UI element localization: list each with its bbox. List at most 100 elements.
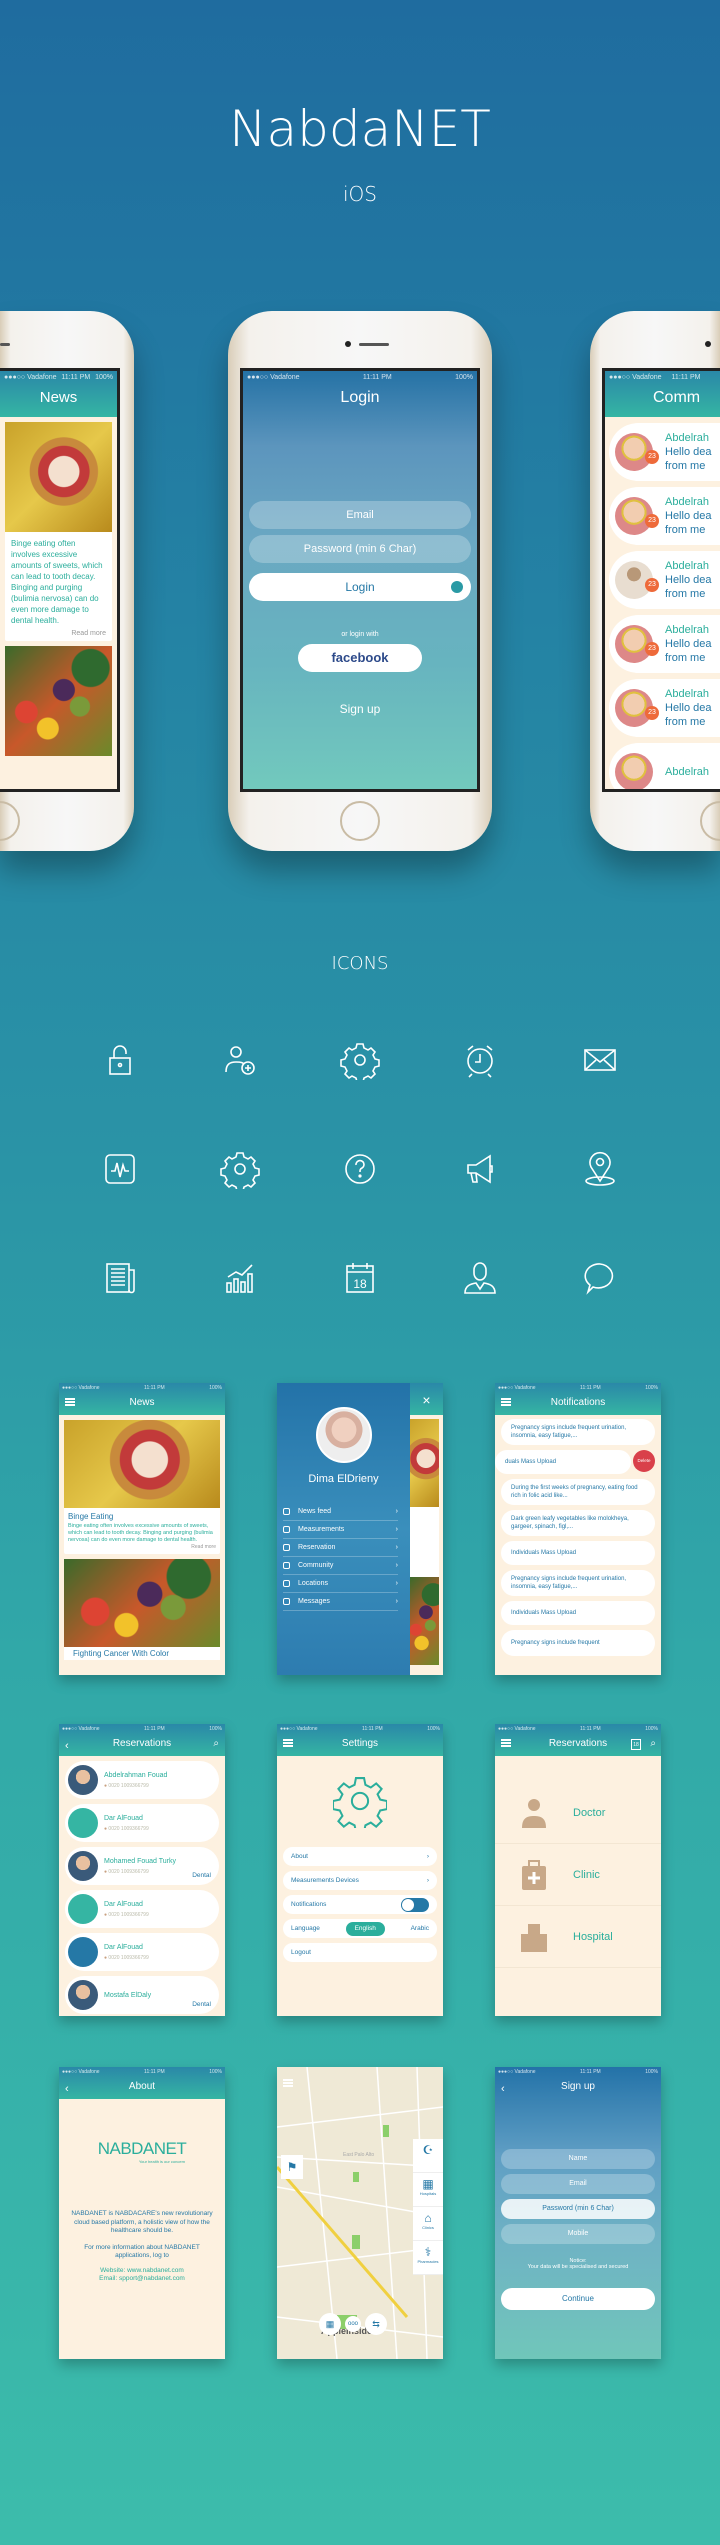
map-area-label: East Palo Alto [343,2152,375,2158]
article-title[interactable]: Fighting Cancer With Color [64,1647,220,1660]
notifications-toggle[interactable] [401,1897,429,1912]
notification-item[interactable]: duals Mass Upload [495,1450,631,1474]
menu-icon[interactable] [283,1739,293,1747]
status-bar-item: ●●●○○ Vadafone [4,374,57,381]
status-bar-item: ●●●○○ Vadafone [247,374,300,381]
avatar [68,1765,98,1795]
notification-item[interactable]: Individuals Mass Upload [501,1601,655,1625]
calendar-icon: 18 [340,1258,380,1303]
map-filter-pharmacy-crescent[interactable]: ☪ [413,2139,443,2173]
menu-item-locations[interactable]: Locations › [283,1575,398,1593]
measurement-devices-row[interactable]: Measurements Devices › [283,1871,437,1890]
clinic-icon: ⌂ [424,2211,432,2225]
website-link[interactable]: Website: www.nabdanet.com [69,2267,215,2276]
notice-text: Your data will be specialised and secure… [527,2264,629,2270]
side-menu-screen: × Dima ElDrieny News feed › Measurements › R… [277,1383,443,1675]
community-item[interactable]: 23 Abdelrah Hello dea from me [609,487,720,545]
category-doctor[interactable]: Doctor [495,1782,661,1844]
reservation-item[interactable]: Dar AlFouad ● 0020 1009366799 [65,1804,219,1842]
search-icon[interactable]: ⌕ [213,1734,219,1754]
status-bar-item: 100% [95,374,113,381]
notification-item[interactable]: Individuals Mass Upload [501,1541,655,1565]
community-item[interactable]: 23 Abdelrah Hello dea from me [609,615,720,673]
reservation-item[interactable]: Abdelrahman Fouad ● 0020 1009366799 [65,1761,219,1799]
article-body: Binge eating often involves excessive am… [68,1523,213,1543]
community-item[interactable]: 23 Abdelrah Hello dea from me [609,423,720,481]
back-icon[interactable]: ‹ [501,2079,505,2099]
notification-item[interactable]: Pregnancy signs include frequent urinati… [501,1419,655,1445]
email-link[interactable]: Email: spport@nabdanet.com [69,2275,215,2284]
menu-icon[interactable] [501,1398,511,1406]
article-title[interactable]: Binge Eating [64,1508,220,1523]
signup-link[interactable]: Sign up [243,702,477,716]
search-icon[interactable]: ⌕ [650,1734,656,1754]
notification-item[interactable]: During the first weeks of pregnancy, eat… [501,1479,655,1505]
reservation-item[interactable]: Mohamed Fouad Turky ● 0020 1009366799 Dent… [65,1847,219,1885]
menu-icon[interactable] [283,2079,293,2087]
about-row[interactable]: About › [283,1847,437,1866]
reservation-item[interactable]: Mostafa ElDaly Dental [65,1976,219,2014]
continue-button[interactable]: Continue [501,2288,655,2310]
map-filter-clinics[interactable]: ⌂ Clinics [413,2207,443,2241]
community-item[interactable]: 23 Abdelrah Hello dea from me [609,679,720,737]
menu-item-community[interactable]: Community › [283,1557,398,1575]
message-preview: Hello dea [665,638,712,650]
login-button[interactable]: Login [249,573,471,601]
close-menu-button[interactable]: × [410,1383,443,1415]
newspaper-icon [100,1258,140,1303]
envelope-icon [580,1040,620,1085]
flag-button[interactable]: ⚑ [281,2155,303,2179]
location-pin-icon [580,1149,620,1194]
grid-button[interactable]: ▦ [319,2313,341,2335]
status-bar-item: 11:11 PM [144,2069,165,2075]
chevron-right-icon: › [395,1580,398,1587]
delete-button[interactable]: Delete [633,1450,655,1472]
notification-item[interactable]: Pregnancy signs include frequent urinati… [501,1570,655,1596]
back-icon[interactable]: ‹ [65,2079,69,2099]
map-filter-pharmacies[interactable]: ⚕ Pharmacies [413,2241,443,2275]
phone-number: 0020 1009366799 [108,1825,149,1832]
signup-mobile-input[interactable]: Mobile [501,2224,655,2244]
read-more-link[interactable]: Read more [5,626,112,641]
directions-button[interactable]: ⇆ [365,2313,387,2335]
community-item[interactable]: Abdelrah [609,743,720,789]
sender-name: Abdelrah [665,624,710,636]
category-clinic[interactable]: Clinic [495,1844,661,1906]
logout-button[interactable]: Logout [283,1943,437,1962]
email-input[interactable]: Email [249,501,471,529]
reservation-item[interactable]: Dar AlFouad ● 0020 1009366799 [65,1890,219,1928]
notification-item[interactable]: Pregnancy signs include frequent [501,1630,655,1656]
back-icon[interactable]: ‹ [65,1736,69,1756]
reservation-item[interactable]: Dar AlFouad ● 0020 1009366799 [65,1933,219,1971]
menu-item-measurements[interactable]: Measurements › [283,1521,398,1539]
user-avatar[interactable] [315,1407,372,1463]
signup-screen: ●●●○○ Vadafone 11:11 PM 100% ‹ Sign up Name… [495,2067,661,2359]
category-hospital[interactable]: Hospital [495,1906,661,1968]
language-english[interactable]: English [345,1921,385,1936]
language-arabic[interactable]: Arabic [411,1919,429,1938]
menu-item-messages[interactable]: Messages › [283,1593,398,1611]
signup-password-input[interactable]: Password (min 6 Char) [501,2199,655,2219]
icons-heading: ICONS [331,953,389,974]
read-more-link[interactable]: Read more [64,1544,220,1550]
more-button[interactable]: ooo [345,2316,361,2332]
menu-item-news-feed[interactable]: News feed › [283,1503,398,1521]
password-input[interactable]: Password (min 6 Char) [249,535,471,563]
reservation-name: Dar AlFouad [104,1814,143,1822]
signup-email-input[interactable]: Email [501,2174,655,2194]
menu-icon[interactable] [501,1739,511,1747]
notification-item[interactable]: Dark green leafy vegetables like molokhe… [501,1510,655,1536]
gear-icon [220,1149,260,1194]
calendar-icon[interactable]: 18 [631,1739,641,1750]
hospital-icon [521,1923,547,1952]
community-item[interactable]: 23 Abdelrah Hello dea from me [609,551,720,609]
hospital-icon [68,1894,98,1924]
map-filter-hospitals[interactable]: ▦ Hospitals [413,2173,443,2207]
home-button [0,801,20,841]
menu-item-reservation[interactable]: Reservation › [283,1539,398,1557]
menu-icon[interactable] [65,1398,75,1406]
screen-title: Reservations [548,1738,608,1749]
facebook-login-button[interactable]: facebook [298,644,422,672]
phone-number: 0020 1009366799 [108,1911,149,1918]
signup-name-input[interactable]: Name [501,2149,655,2169]
